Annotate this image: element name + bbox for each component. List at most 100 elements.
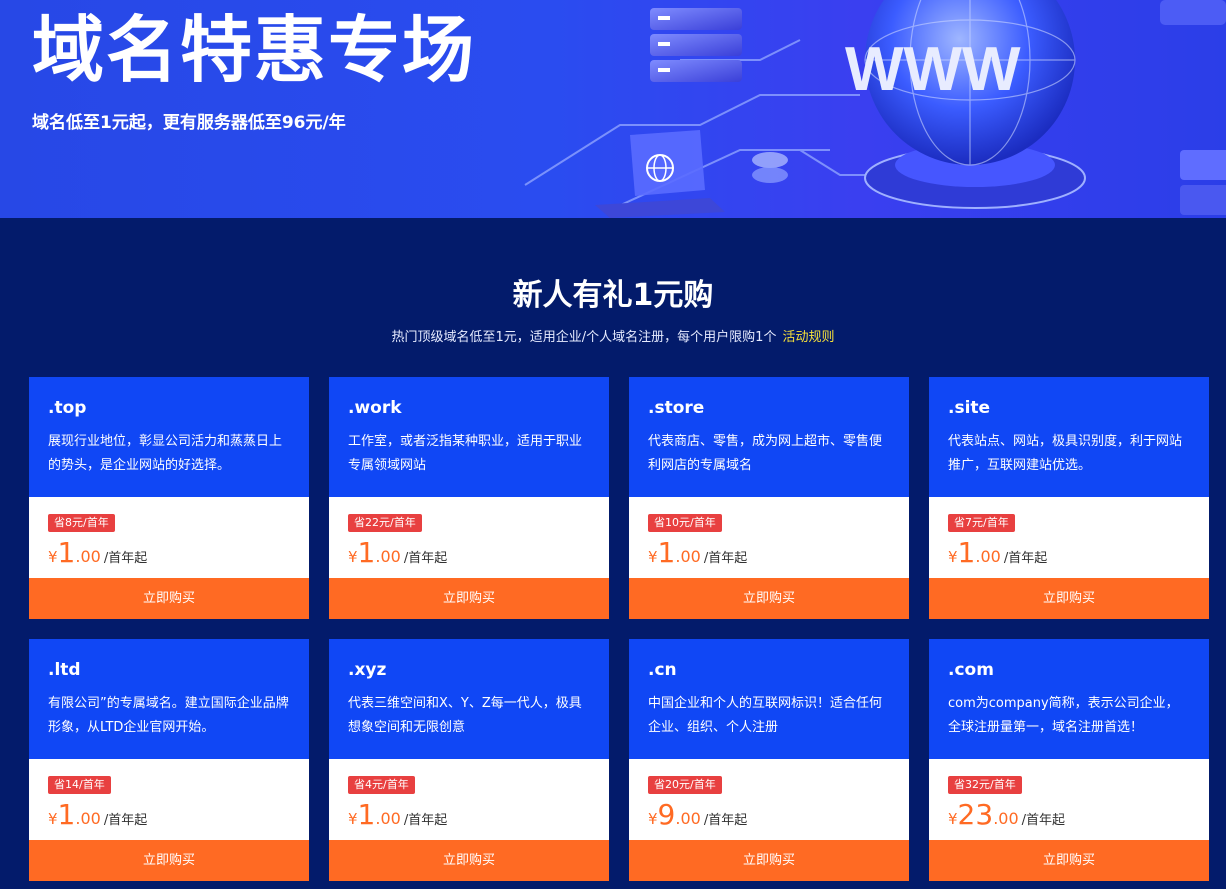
price-decimal: .00 (675, 809, 701, 828)
savings-badge: 省8元/首年 (48, 514, 115, 532)
price: ¥1.00/首年起 (348, 798, 609, 831)
price: ¥1.00/首年起 (48, 798, 309, 831)
buy-now-button[interactable]: 立即购买 (929, 578, 1209, 619)
hero-banner: 域名特惠专场 域名低至1元起，更有服务器低至96元/年 WWW (0, 0, 1226, 218)
domain-name: .store (648, 398, 705, 418)
price-integer: 1 (957, 536, 976, 569)
price-integer: 1 (357, 536, 376, 569)
savings-badge: 省14/首年 (48, 776, 111, 794)
price-integer: 1 (357, 798, 376, 831)
domain-card: .work 工作室，或者泛指某种职业，适用于职业专属领域网站 省22元/首年 ¥… (329, 377, 609, 619)
domain-description: 展现行业地位，彰显公司活力和蒸蒸日上的势头，是企业网站的好选择。 (48, 434, 283, 473)
currency-symbol: ¥ (948, 810, 958, 828)
price-decimal: .00 (675, 547, 701, 566)
price: ¥23.00/首年起 (948, 798, 1209, 831)
domain-name: .site (948, 398, 991, 418)
domain-name: .xyz (348, 660, 387, 680)
price-unit: /首年起 (103, 813, 148, 828)
price-decimal: .00 (375, 809, 401, 828)
price-decimal: .00 (75, 809, 101, 828)
savings-badge: 省22元/首年 (348, 514, 422, 532)
domain-card: .top 展现行业地位，彰显公司活力和蒸蒸日上的势头，是企业网站的好选择。 省8… (29, 377, 309, 619)
domain-card: .store 代表商店、零售，成为网上超市、零售便利网店的专属域名 省10元/首… (629, 377, 909, 619)
card-header: .com com为company简称，表示公司企业，全球注册量第一，域名注册首选… (929, 639, 1209, 759)
banner-subtitle: 域名低至1元起，更有服务器低至96元/年 (32, 113, 346, 133)
savings-badge: 省4元/首年 (348, 776, 415, 794)
buy-now-button[interactable]: 立即购买 (29, 578, 309, 619)
price-integer: 1 (57, 798, 76, 831)
card-price-area: 省32元/首年 ¥23.00/首年起 (929, 759, 1209, 840)
card-header: .cn 中国企业和个人的互联网标识！适合任何企业、组织、个人注册 (629, 639, 909, 759)
price: ¥1.00/首年起 (48, 536, 309, 569)
price-unit: /首年起 (403, 813, 448, 828)
domain-description: 代表站点、网站，极具识别度，利于网站推广，互联网建站优选。 (948, 434, 1183, 473)
section-description: 热门顶级域名低至1元，适用企业/个人域名注册，每个用户限购1个 活动规则 (0, 326, 1226, 345)
card-header: .xyz 代表三维空间和X、Y、Z每一代人，极具想象空间和无限创意 (329, 639, 609, 759)
price-decimal: .00 (75, 547, 101, 566)
price-integer: 1 (657, 536, 676, 569)
buy-now-button[interactable]: 立即购买 (329, 840, 609, 881)
currency-symbol: ¥ (348, 548, 358, 566)
currency-symbol: ¥ (48, 548, 58, 566)
card-price-area: 省7元/首年 ¥1.00/首年起 (929, 497, 1209, 578)
savings-badge: 省10元/首年 (648, 514, 722, 532)
currency-symbol: ¥ (48, 810, 58, 828)
domain-name: .work (348, 398, 402, 418)
card-header: .store 代表商店、零售，成为网上超市、零售便利网店的专属域名 (629, 377, 909, 497)
savings-badge: 省7元/首年 (948, 514, 1015, 532)
price-unit: /首年起 (703, 551, 748, 566)
domain-description: 代表三维空间和X、Y、Z每一代人，极具想象空间和无限创意 (348, 696, 582, 735)
price-decimal: .00 (975, 547, 1001, 566)
card-header: .top 展现行业地位，彰显公司活力和蒸蒸日上的势头，是企业网站的好选择。 (29, 377, 309, 497)
price-decimal: .00 (993, 809, 1019, 828)
price-unit: /首年起 (1003, 551, 1048, 566)
price-integer: 9 (657, 798, 676, 831)
price-decimal: .00 (375, 547, 401, 566)
www-globe-illustration: WWW (524, 0, 1226, 218)
card-price-area: 省10元/首年 ¥1.00/首年起 (629, 497, 909, 578)
card-price-area: 省20元/首年 ¥9.00/首年起 (629, 759, 909, 840)
price: ¥1.00/首年起 (648, 536, 909, 569)
price-integer: 23 (957, 798, 994, 831)
currency-symbol: ¥ (348, 810, 358, 828)
buy-now-button[interactable]: 立即购买 (329, 578, 609, 619)
currency-symbol: ¥ (648, 810, 658, 828)
domain-card: .ltd 有限公司”的专属域名。建立国际企业品牌形象，从LTD企业官网开始。 省… (29, 639, 309, 881)
domain-description: 工作室，或者泛指某种职业，适用于职业专属领域网站 (348, 434, 583, 473)
domain-description: 中国企业和个人的互联网标识！适合任何企业、组织、个人注册 (648, 696, 883, 735)
domain-description: 代表商店、零售，成为网上超市、零售便利网店的专属域名 (648, 434, 883, 473)
domain-name: .ltd (48, 660, 81, 680)
section-title: 新人有礼1元购 (512, 278, 714, 313)
currency-symbol: ¥ (648, 548, 658, 566)
card-price-area: 省22元/首年 ¥1.00/首年起 (329, 497, 609, 578)
domain-description: com为company简称，表示公司企业，全球注册量第一，域名注册首选！ (948, 696, 1179, 735)
card-price-area: 省14/首年 ¥1.00/首年起 (29, 759, 309, 840)
card-price-area: 省4元/首年 ¥1.00/首年起 (329, 759, 609, 840)
activity-rules-link[interactable]: 活动规则 (782, 330, 834, 345)
card-price-area: 省8元/首年 ¥1.00/首年起 (29, 497, 309, 578)
domain-card: .cn 中国企业和个人的互联网标识！适合任何企业、组织、个人注册 省20元/首年… (629, 639, 909, 881)
banner-title: 域名特惠专场 (32, 8, 477, 92)
currency-symbol: ¥ (948, 548, 958, 566)
domain-card: .com com为company简称，表示公司企业，全球注册量第一，域名注册首选… (929, 639, 1209, 881)
price: ¥9.00/首年起 (648, 798, 909, 831)
domain-description: 有限公司”的专属域名。建立国际企业品牌形象，从LTD企业官网开始。 (48, 696, 289, 735)
domain-name: .cn (648, 660, 677, 680)
domain-card: .xyz 代表三维空间和X、Y、Z每一代人，极具想象空间和无限创意 省4元/首年… (329, 639, 609, 881)
price-unit: /首年起 (403, 551, 448, 566)
domain-card: .site 代表站点、网站，极具识别度，利于网站推广，互联网建站优选。 省7元/… (929, 377, 1209, 619)
price-unit: /首年起 (1021, 813, 1066, 828)
price: ¥1.00/首年起 (348, 536, 609, 569)
price-unit: /首年起 (103, 551, 148, 566)
price: ¥1.00/首年起 (948, 536, 1209, 569)
buy-now-button[interactable]: 立即购买 (629, 840, 909, 881)
server-stack-icon (650, 8, 742, 82)
savings-badge: 省20元/首年 (648, 776, 722, 794)
domain-name: .top (48, 398, 87, 418)
card-header: .ltd 有限公司”的专属域名。建立国际企业品牌形象，从LTD企业官网开始。 (29, 639, 309, 759)
svg-text:WWW: WWW (845, 35, 1021, 104)
buy-now-button[interactable]: 立即购买 (629, 578, 909, 619)
buy-now-button[interactable]: 立即购买 (929, 840, 1209, 881)
buy-now-button[interactable]: 立即购买 (29, 840, 309, 881)
card-header: .work 工作室，或者泛指某种职业，适用于职业专属领域网站 (329, 377, 609, 497)
